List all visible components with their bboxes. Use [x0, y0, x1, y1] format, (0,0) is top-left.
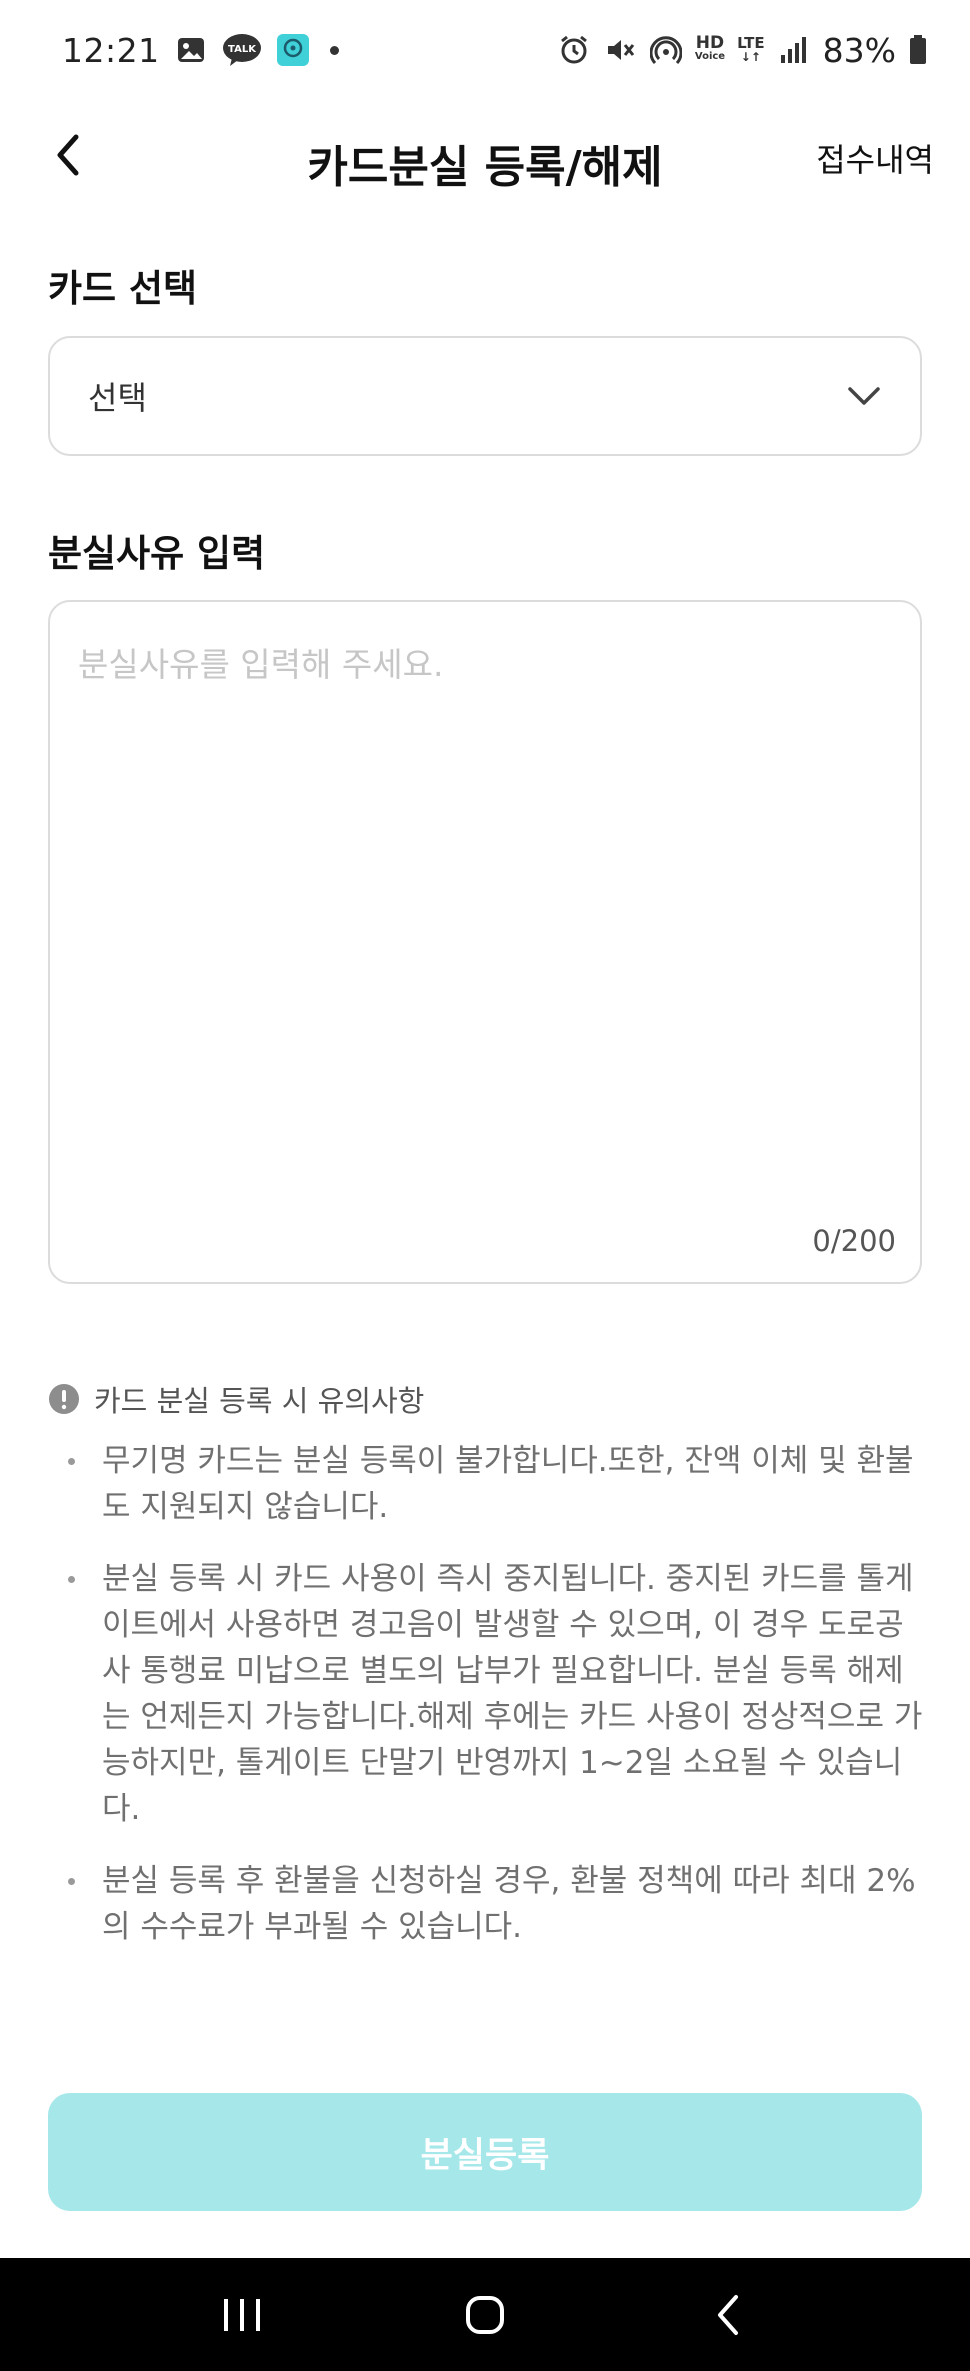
app-header: 카드분실 등록/해제 접수내역	[0, 105, 970, 205]
notification-dot	[329, 45, 339, 55]
talk-icon: TALK	[222, 33, 262, 67]
lte-label: LTE	[737, 34, 765, 52]
back-icon	[718, 2294, 739, 2335]
notice-item: 분실 등록 후 환불을 신청하실 경우, 환불 정책에 따라 최대 2%의 수수…	[60, 1858, 930, 1950]
recent-apps-icon	[223, 2298, 260, 2331]
exclamation-icon	[49, 1384, 79, 1414]
mute-icon	[603, 33, 637, 67]
status-bar-left: 12:21 TALK	[62, 31, 339, 70]
notice-item: 분실 등록 시 카드 사용이 즉시 중지됩니다. 중지된 카드를 톨게이트에서 …	[60, 1556, 930, 1832]
register-loss-button[interactable]: 분실등록	[48, 2093, 922, 2211]
alarm-icon	[557, 33, 591, 67]
reason-input[interactable]	[50, 602, 920, 1282]
talk-label: TALK	[228, 44, 257, 55]
notice-item-text: 분실 등록 시 카드 사용이 즉시 중지됩니다. 중지된 카드를 톨게이트에서 …	[102, 1561, 923, 1827]
status-bar: 12:21 TALK HD Voice LTE ↓↑ 83%	[0, 0, 970, 100]
app-icon	[276, 33, 310, 67]
card-select-value: 선택	[88, 379, 147, 417]
system-nav-bar	[0, 2258, 970, 2371]
bullet-dot	[68, 1576, 75, 1583]
hotspot-icon	[649, 33, 683, 67]
hd-voice-icon: HD Voice	[694, 33, 726, 64]
reason-input-container: 0/200	[48, 600, 922, 1284]
app-screen: 12:21 TALK HD Voice LTE ↓↑ 83% 카드분실 등록/해…	[0, 0, 970, 2371]
notice-item: 무기명 카드는 분실 등록이 불가합니다.또한, 잔액 이체 및 환불도 지원되…	[60, 1438, 930, 1530]
image-icon	[174, 33, 208, 67]
notice-item-text: 무기명 카드는 분실 등록이 불가합니다.또한, 잔액 이체 및 환불도 지원되…	[102, 1443, 914, 1525]
character-counter: 0/200	[812, 1224, 896, 1258]
notice-title: 카드 분실 등록 시 유의사항	[94, 1384, 425, 1418]
bullet-dot	[68, 1458, 75, 1465]
notice-header: 카드 분실 등록 시 유의사항	[48, 1378, 424, 1420]
notice-item-text: 분실 등록 후 환불을 신청하실 경우, 환불 정책에 따라 최대 2%의 수수…	[102, 1863, 916, 1945]
bullet-dot	[68, 1878, 75, 1885]
signal-icon	[777, 33, 811, 67]
voice-label: Voice	[694, 51, 726, 62]
battery-icon	[908, 33, 928, 67]
home-button[interactable]	[440, 2270, 530, 2360]
reason-label: 분실사유 입력	[48, 532, 266, 575]
notice-list: 무기명 카드는 분실 등록이 불가합니다.또한, 잔액 이체 및 환불도 지원되…	[60, 1438, 930, 1976]
status-time: 12:21	[62, 30, 160, 70]
card-select-label: 카드 선택	[48, 267, 198, 310]
history-link[interactable]: 접수내역	[816, 135, 934, 181]
status-bar-right: HD Voice LTE ↓↑ 83%	[557, 31, 928, 70]
nav-back-button[interactable]	[683, 2270, 773, 2360]
lte-arrows: ↓↑	[740, 50, 761, 64]
recent-apps-button[interactable]	[197, 2270, 287, 2360]
battery-percent: 83%	[822, 30, 896, 70]
card-select-dropdown[interactable]: 선택	[48, 336, 922, 456]
hd-label: HD	[695, 33, 725, 53]
home-icon	[465, 2295, 504, 2334]
chevron-down-icon	[848, 387, 880, 405]
lte-icon: LTE ↓↑	[737, 34, 765, 65]
